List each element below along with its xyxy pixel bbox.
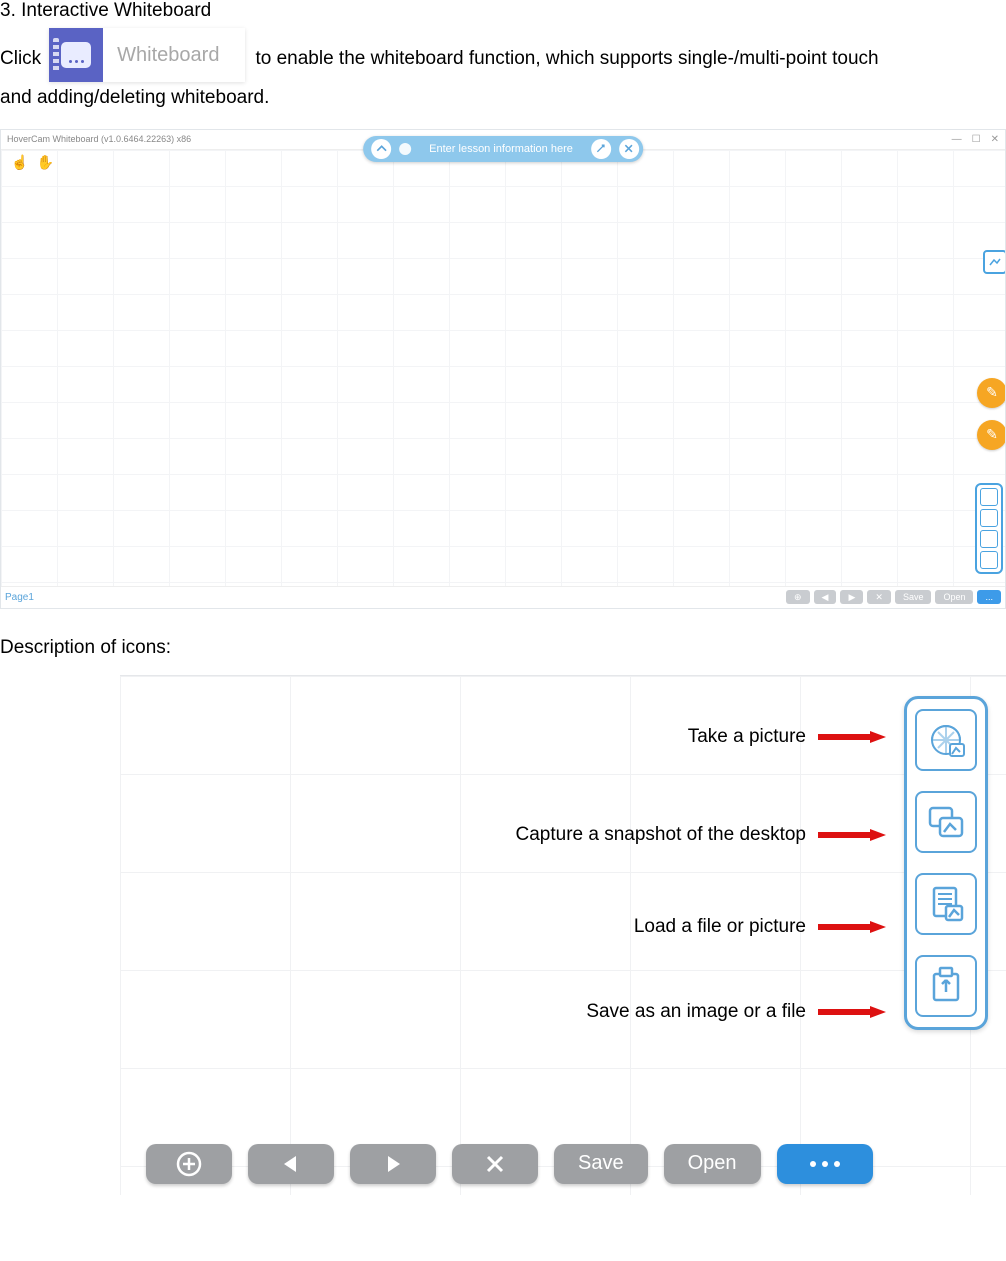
callout-save-as: Save as an image or a file — [586, 1001, 886, 1023]
orange-tool-2-icon[interactable]: ✎ — [977, 420, 1006, 450]
touch-mode-icons: ☝ ✋ — [11, 154, 54, 171]
delete-page-button[interactable] — [452, 1144, 538, 1184]
insert-panel — [904, 696, 988, 1030]
save-as-button[interactable] — [915, 955, 977, 1017]
callout-load-file: Load a file or picture — [634, 916, 886, 938]
save-button[interactable]: Save — [554, 1144, 648, 1184]
footer-next-page-button[interactable]: ▶ — [840, 590, 863, 604]
whiteboard-footer: Page1 ⊕ ◀ ▶ ✕ Save Open ... — [1, 586, 1005, 608]
whiteboard-app-screenshot: HoverCam Whiteboard (v1.0.6464.22263) x8… — [0, 129, 1006, 609]
footer-open-button[interactable]: Open — [935, 590, 973, 604]
more-button[interactable] — [777, 1144, 873, 1184]
add-page-button[interactable] — [146, 1144, 232, 1184]
load-file-button[interactable] — [915, 873, 977, 935]
mini-save-as-icon[interactable] — [980, 551, 998, 569]
orange-tool-1-icon[interactable]: ✎ — [977, 378, 1006, 408]
clipart-icon[interactable] — [983, 250, 1006, 274]
arrow-icon — [816, 919, 886, 935]
whiteboard-icon — [49, 28, 103, 82]
callout-take-picture-label: Take a picture — [688, 726, 806, 748]
whiteboard-button-label: Whiteboard — [103, 42, 219, 68]
window-title: HoverCam Whiteboard (v1.0.6464.22263) x8… — [7, 134, 191, 144]
maximize-icon[interactable]: ☐ — [972, 134, 981, 145]
more-icon — [810, 1161, 840, 1167]
lesson-info-placeholder[interactable]: Enter lesson information here — [419, 143, 583, 155]
prev-page-button[interactable] — [248, 1144, 334, 1184]
footer-prev-page-button[interactable]: ◀ — [814, 590, 837, 604]
edit-lesson-icon[interactable] — [591, 139, 611, 159]
mini-capture-desktop-icon[interactable] — [980, 509, 998, 527]
open-button[interactable]: Open — [664, 1144, 761, 1184]
multi-touch-icon[interactable]: ✋ — [36, 154, 53, 171]
footer-add-page-button[interactable]: ⊕ — [786, 590, 810, 604]
callout-load-file-label: Load a file or picture — [634, 916, 806, 938]
take-picture-button[interactable] — [915, 709, 977, 771]
footer-more-button[interactable]: ... — [977, 590, 1001, 604]
footer-save-button[interactable]: Save — [895, 590, 932, 604]
capture-desktop-button[interactable] — [915, 791, 977, 853]
arrow-icon — [816, 729, 886, 745]
page-label: Page1 — [5, 592, 34, 603]
next-page-button[interactable] — [350, 1144, 436, 1184]
mini-load-file-icon[interactable] — [980, 530, 998, 548]
intro-line-2: and adding/deleting whiteboard. — [0, 82, 1006, 129]
mini-take-picture-icon[interactable] — [980, 488, 998, 506]
intro-after-button: to enable the whiteboard function, which… — [255, 47, 878, 82]
intro-line-1: Click Whiteboard to enable the whiteboar… — [0, 28, 1006, 82]
window-controls: — ☐ ✕ — [952, 134, 999, 145]
footer-delete-page-button[interactable]: ✕ — [867, 590, 891, 604]
callout-capture-desktop: Capture a snapshot of the desktop — [516, 824, 886, 846]
close-window-icon[interactable]: ✕ — [991, 134, 999, 145]
single-touch-icon[interactable]: ☝ — [11, 154, 28, 171]
section-heading: 3. Interactive Whiteboard — [0, 0, 1006, 28]
description-of-icons-heading: Description of icons: — [0, 629, 1006, 675]
click-word: Click — [0, 47, 41, 82]
icon-description-screenshot: Take a picture Capture a snapshot of the… — [120, 675, 1006, 1195]
mini-insert-panel — [975, 483, 1003, 574]
whiteboard-app-button[interactable]: Whiteboard — [49, 28, 245, 82]
lesson-info-bar[interactable]: Enter lesson information here — [363, 136, 643, 162]
arrow-icon — [816, 1004, 886, 1020]
right-side-tools: ✎ ✎ — [977, 250, 1006, 450]
collapse-up-icon[interactable] — [371, 139, 391, 159]
arrow-icon — [816, 827, 886, 843]
bottom-toolbar: Save Open — [120, 1137, 1006, 1195]
callout-save-as-label: Save as an image or a file — [586, 1001, 806, 1023]
minimize-icon[interactable]: — — [952, 134, 962, 145]
close-lesson-bar-icon[interactable] — [619, 139, 639, 159]
callout-take-picture: Take a picture — [688, 726, 886, 748]
callout-capture-desktop-label: Capture a snapshot of the desktop — [516, 824, 806, 846]
record-indicator-icon — [399, 143, 411, 155]
